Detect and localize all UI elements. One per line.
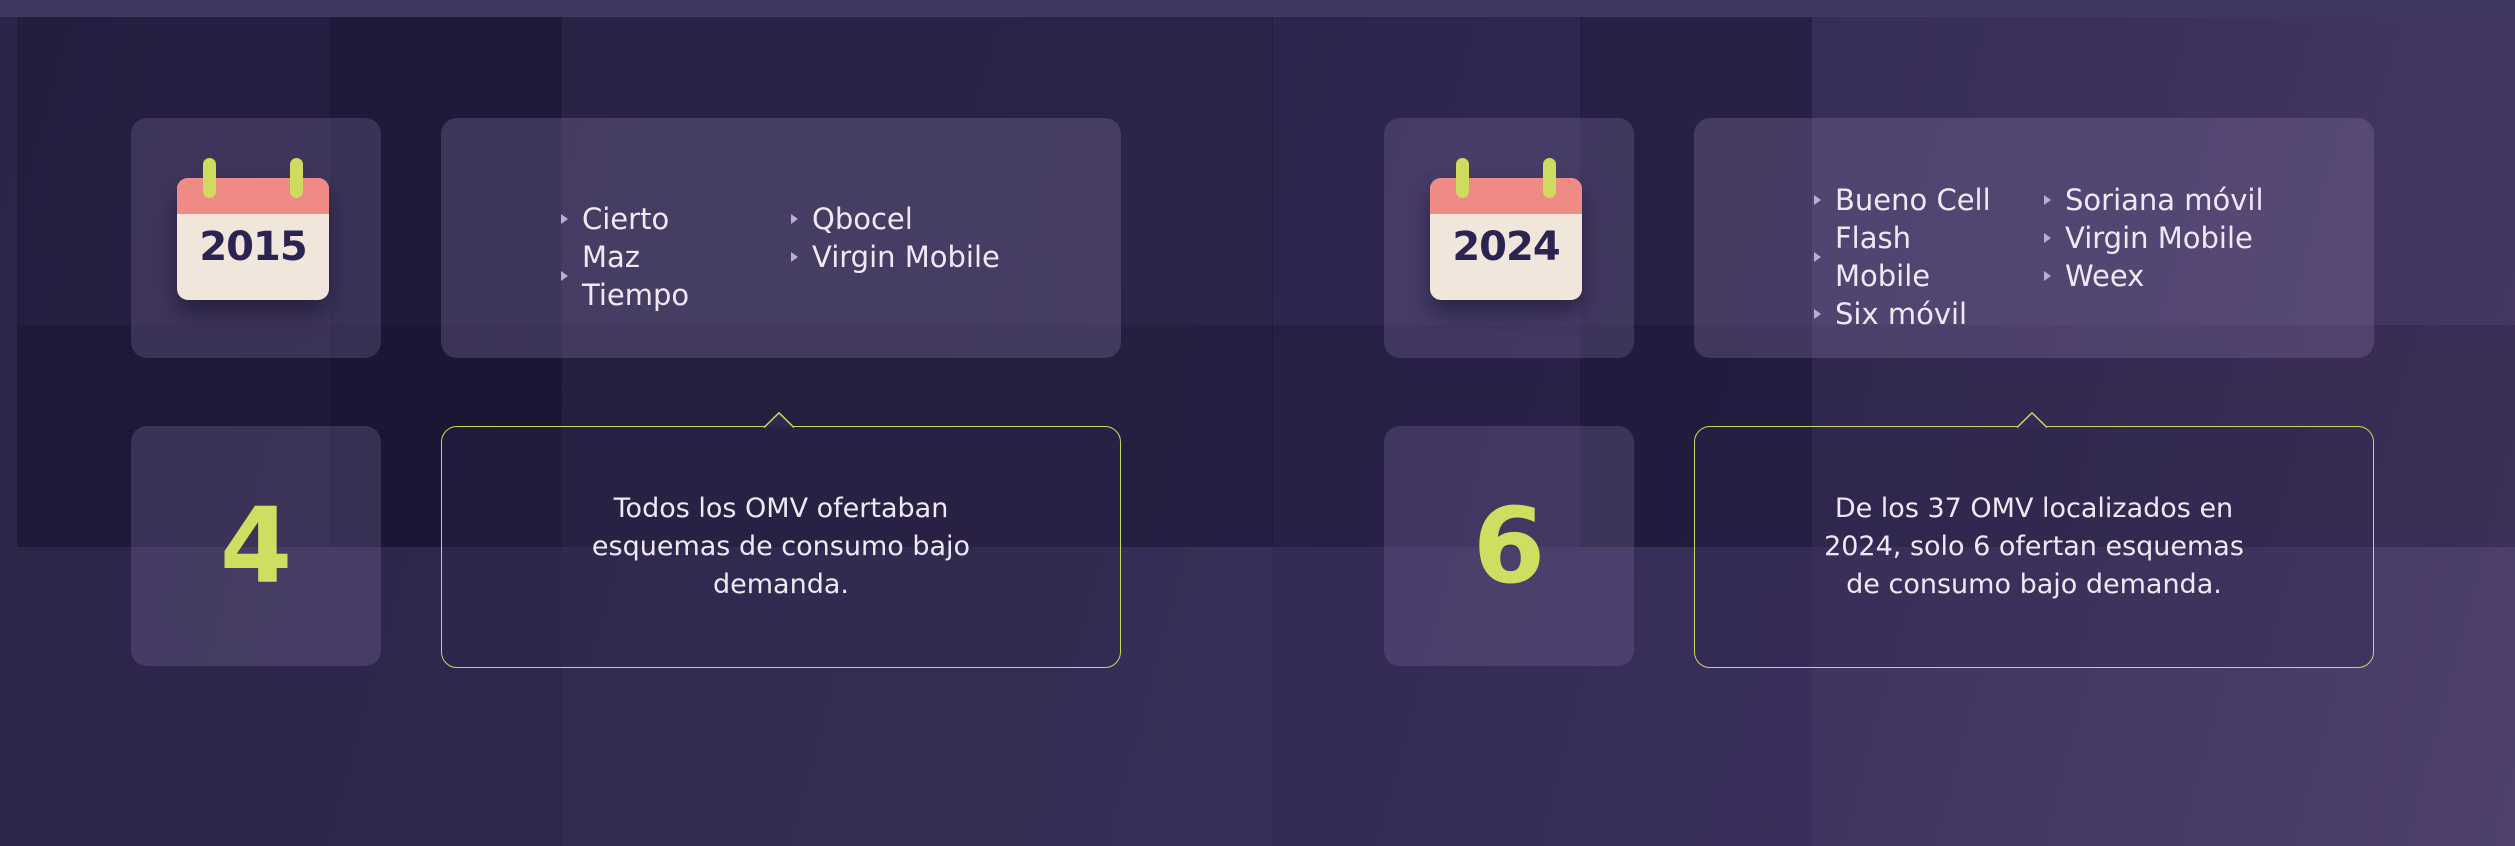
bullet-icon [1814, 309, 1821, 319]
operator-list: Bueno Cell Flash Mobile Six móvil Sorian… [1814, 181, 2264, 333]
bullet-icon [2044, 195, 2051, 205]
operator-column: Qbocel Virgin Mobile [791, 200, 1000, 314]
list-item: Qbocel [791, 200, 1000, 238]
bullet-icon [1814, 195, 1821, 205]
calendar-header [177, 178, 329, 214]
operators-card-2015: Cierto Maz Tiempo Qbocel Virgin Mobile [441, 118, 1121, 358]
calendar-ring [203, 158, 216, 198]
calendar-year: 2015 [199, 224, 307, 270]
callout-pointer [763, 411, 795, 429]
bullet-icon [561, 214, 568, 224]
list-item: Bueno Cell [1814, 181, 2008, 219]
operators-card-2024: Bueno Cell Flash Mobile Six móvil Sorian… [1694, 118, 2374, 358]
count-card-2024: 6 [1384, 426, 1634, 666]
operator-count: 4 [219, 485, 293, 607]
callout-pointer [2016, 411, 2048, 429]
operator-count: 6 [1472, 485, 1546, 607]
year-card-2024: 2024 [1384, 118, 1634, 358]
list-item: Virgin Mobile [791, 238, 1000, 276]
calendar-header [1430, 178, 1582, 214]
calendar-icon: 2015 [177, 158, 329, 300]
operator-column: Cierto Maz Tiempo [561, 200, 755, 314]
list-item: Weex [2044, 257, 2264, 295]
operator-column: Bueno Cell Flash Mobile Six móvil [1814, 181, 2008, 333]
list-item: Flash Mobile [1814, 219, 2008, 295]
calendar-year: 2024 [1452, 224, 1560, 270]
top-band [0, 0, 2515, 17]
bullet-icon [791, 252, 798, 262]
list-item: Virgin Mobile [2044, 219, 2264, 257]
bullet-icon [561, 271, 568, 281]
calendar-icon: 2024 [1430, 158, 1582, 300]
operator-column: Soriana móvil Virgin Mobile Weex [2044, 181, 2264, 333]
note-callout-2015: Todos los OMV ofertaban esquemas de cons… [441, 411, 1121, 668]
bullet-icon [1814, 252, 1821, 262]
list-item: Maz Tiempo [561, 238, 755, 314]
operator-list: Cierto Maz Tiempo Qbocel Virgin Mobile [561, 200, 1000, 314]
bullet-icon [2044, 271, 2051, 281]
note-text: De los 37 OMV localizados en 2024, solo … [1824, 493, 2244, 600]
calendar-ring [1543, 158, 1556, 198]
bullet-icon [2044, 233, 2051, 243]
note-text: Todos los OMV ofertaban esquemas de cons… [591, 493, 971, 600]
calendar-ring [290, 158, 303, 198]
bullet-icon [791, 214, 798, 224]
list-item: Soriana móvil [2044, 181, 2264, 219]
list-item: Cierto [561, 200, 755, 238]
note-callout-2024: De los 37 OMV localizados en 2024, solo … [1694, 411, 2374, 668]
list-item: Six móvil [1814, 295, 2008, 333]
year-card-2015: 2015 [131, 118, 381, 358]
calendar-ring [1456, 158, 1469, 198]
count-card-2015: 4 [131, 426, 381, 666]
